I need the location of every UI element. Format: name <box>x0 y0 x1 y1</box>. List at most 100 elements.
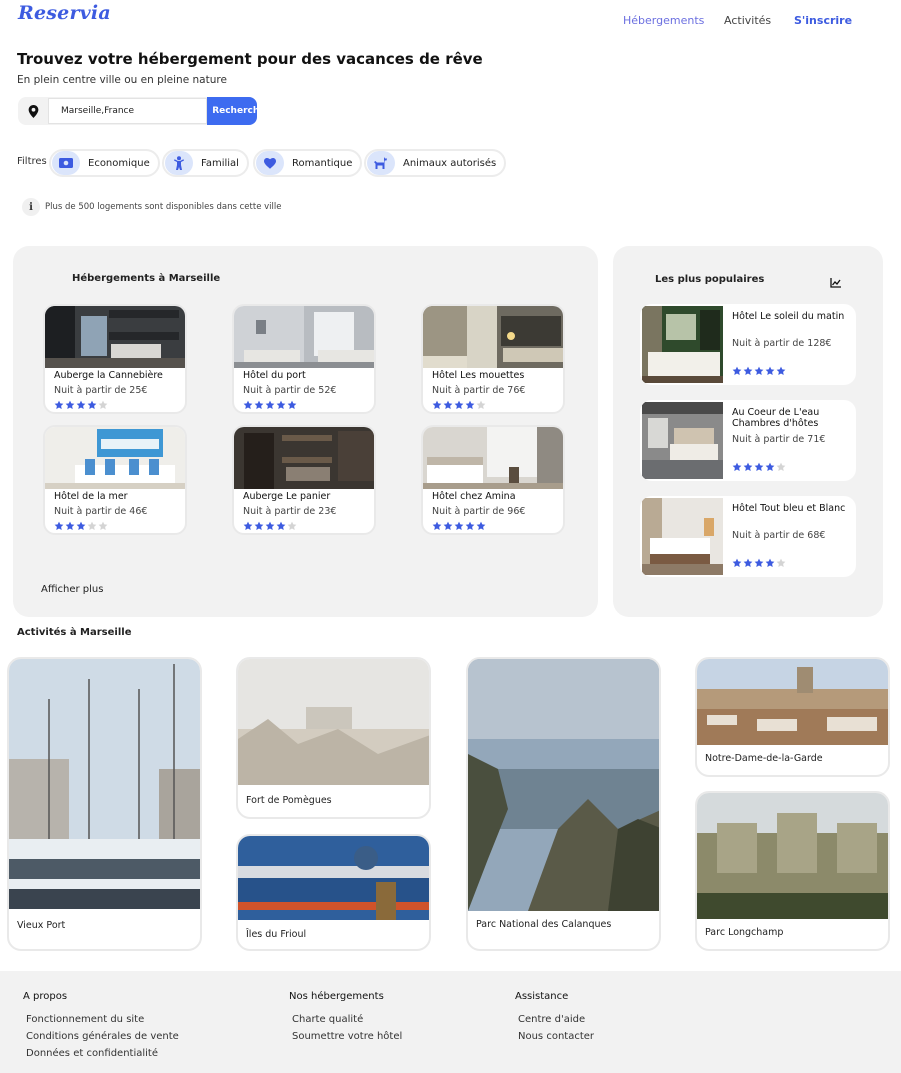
star-filled-icon <box>754 366 764 375</box>
star-filled-icon <box>454 400 464 409</box>
hebergement-card[interactable]: Hôtel chez Amina Nuit à partir de 96€ <box>421 425 565 535</box>
hebergement-price: Nuit à partir de 23€ <box>243 506 337 517</box>
filter-romantique[interactable]: Romantique <box>253 149 363 177</box>
hebergement-price: Nuit à partir de 76€ <box>432 385 526 396</box>
rating-stars <box>54 400 109 410</box>
hebergement-name: Hôtel Les mouettes <box>432 370 525 381</box>
popular-card[interactable]: Au Coeur de L'eau Chambres d'hôtes Nuit … <box>640 400 856 481</box>
show-more-link[interactable]: Afficher plus <box>41 584 103 595</box>
popular-section: Les plus populaires Hôtel Le soleil du m… <box>613 246 883 617</box>
hebergement-image <box>234 306 374 368</box>
hebergement-image <box>423 306 563 368</box>
activity-name: Fort de Pomègues <box>246 795 332 806</box>
star-filled-icon <box>54 400 64 409</box>
star-filled-icon <box>732 366 742 375</box>
hebergements-title: Hébergements à Marseille <box>72 273 221 284</box>
rating-stars <box>243 521 298 531</box>
filter-label: Familial <box>201 157 239 169</box>
popular-image <box>642 402 723 479</box>
footer: A propos Fonctionnement du site Conditio… <box>0 971 901 1073</box>
hebergement-price: Nuit à partir de 96€ <box>432 506 526 517</box>
footer-link[interactable]: Fonctionnement du site <box>26 1014 144 1025</box>
star-filled-icon <box>87 400 97 409</box>
popular-card[interactable]: Hôtel Le soleil du matin Nuit à partir d… <box>640 304 856 385</box>
filter-animaux[interactable]: Animaux autorisés <box>364 149 507 177</box>
hebergement-name: Hôtel de la mer <box>54 491 128 502</box>
footer-link[interactable]: Centre d'aide <box>518 1014 585 1025</box>
star-filled-icon <box>65 521 75 530</box>
activity-name: Parc National des Calanques <box>476 919 612 930</box>
footer-link[interactable]: Données et confidentialité <box>26 1048 158 1059</box>
trend-chart-icon <box>830 273 841 292</box>
hebergement-price: Nuit à partir de 25€ <box>54 385 148 396</box>
star-filled-icon <box>76 400 86 409</box>
star-filled-icon <box>765 462 775 471</box>
star-filled-icon <box>476 521 486 530</box>
footer-link[interactable]: Conditions générales de vente <box>26 1031 179 1042</box>
activity-card[interactable]: Parc Longchamp <box>695 791 890 951</box>
search-input[interactable] <box>48 98 207 124</box>
popular-price: Nuit à partir de 68€ <box>732 530 826 541</box>
star-empty-icon <box>98 400 108 409</box>
star-filled-icon <box>732 558 742 567</box>
footer-link[interactable]: Soumettre votre hôtel <box>292 1031 402 1042</box>
star-filled-icon <box>276 521 286 530</box>
star-empty-icon <box>776 558 786 567</box>
activity-card[interactable]: Notre-Dame-de-la-Garde <box>695 657 890 777</box>
nav-signup[interactable]: S'inscrire <box>794 14 852 27</box>
popular-card[interactable]: Hôtel Tout bleu et Blanc Nuit à partir d… <box>640 496 856 577</box>
activity-image <box>238 659 429 785</box>
hebergement-card[interactable]: Hôtel Les mouettes Nuit à partir de 76€ <box>421 304 565 414</box>
activity-image <box>238 836 429 920</box>
star-filled-icon <box>765 366 775 375</box>
activity-name: Vieux Port <box>17 920 66 931</box>
star-filled-icon <box>465 400 475 409</box>
star-empty-icon <box>476 400 486 409</box>
star-filled-icon <box>754 558 764 567</box>
hebergement-name: Auberge Le panier <box>243 491 331 502</box>
star-empty-icon <box>98 521 108 530</box>
hebergement-name: Auberge la Cannebière <box>54 370 163 381</box>
hebergement-image <box>45 427 185 489</box>
star-filled-icon <box>54 521 64 530</box>
star-empty-icon <box>87 521 97 530</box>
activity-image <box>9 659 200 909</box>
activity-card[interactable]: Parc National des Calanques <box>466 657 661 951</box>
nav-activites[interactable]: Activités <box>724 14 771 27</box>
heart-icon <box>256 151 284 175</box>
footer-link[interactable]: Charte qualité <box>292 1014 363 1025</box>
popular-name: Hôtel Le soleil du matin <box>732 311 845 322</box>
search-button[interactable]: Rechercher <box>207 97 257 125</box>
activity-name: Îles du Frioul <box>246 929 307 940</box>
star-filled-icon <box>287 400 297 409</box>
filter-economique[interactable]: Economique <box>49 149 160 177</box>
rating-stars <box>732 558 787 568</box>
hebergement-card[interactable]: Hôtel de la mer Nuit à partir de 46€ <box>43 425 187 535</box>
footer-about-title: A propos <box>23 991 68 1002</box>
star-filled-icon <box>743 366 753 375</box>
child-icon <box>165 151 193 175</box>
logo[interactable]: Reservia <box>18 2 111 24</box>
popular-price: Nuit à partir de 71€ <box>732 434 826 445</box>
filter-familial[interactable]: Familial <box>162 149 249 177</box>
hebergement-card[interactable]: Auberge la Cannebière Nuit à partir de 2… <box>43 304 187 414</box>
activity-card[interactable]: Fort de Pomègues <box>236 657 431 819</box>
activity-card[interactable]: Îles du Frioul <box>236 834 431 951</box>
star-filled-icon <box>754 462 764 471</box>
popular-title: Les plus populaires <box>655 274 765 285</box>
hebergement-card[interactable]: Hôtel du port Nuit à partir de 52€ <box>232 304 376 414</box>
nav-hebergements[interactable]: Hébergements <box>623 14 704 27</box>
hebergement-name: Hôtel chez Amina <box>432 491 516 502</box>
star-filled-icon <box>243 521 253 530</box>
rating-stars <box>732 366 787 376</box>
popular-name: Hôtel Tout bleu et Blanc <box>732 503 846 514</box>
hebergement-card[interactable]: Auberge Le panier Nuit à partir de 23€ <box>232 425 376 535</box>
star-filled-icon <box>743 558 753 567</box>
footer-link[interactable]: Nous contacter <box>518 1031 594 1042</box>
activity-name: Notre-Dame-de-la-Garde <box>705 753 823 764</box>
rating-stars <box>432 400 487 410</box>
info-notice: i Plus de 500 logements sont disponibles… <box>22 198 281 216</box>
star-filled-icon <box>254 400 264 409</box>
star-filled-icon <box>254 521 264 530</box>
activity-card[interactable]: Vieux Port <box>7 657 202 951</box>
